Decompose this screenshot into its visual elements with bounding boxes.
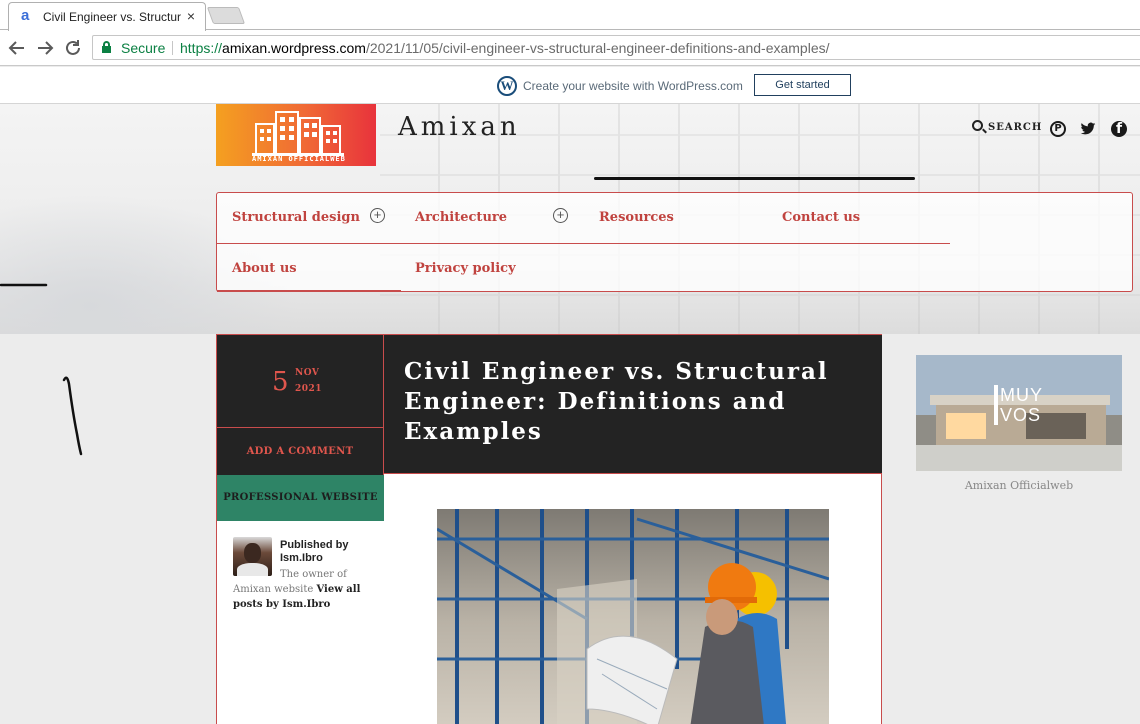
post-title: Civil Engineer vs. Structural Engineer: … <box>404 358 829 445</box>
featured-image[interactable] <box>437 509 829 724</box>
wordpress-banner-text[interactable]: Create your website with WordPress.com <box>523 79 743 93</box>
wordpress-banner: W Create your website with WordPress.com… <box>0 67 1140 104</box>
reload-icon[interactable] <box>62 37 84 59</box>
address-bar[interactable]: Secure https://amixan.wordpress.com/2021… <box>92 35 1140 60</box>
sidebar-image-text: MUY VOS <box>1000 385 1043 425</box>
search-icon <box>972 120 983 131</box>
forward-arrow-icon[interactable] <box>34 37 56 59</box>
author-bio: The owner of Amixan website View all pos… <box>233 567 383 612</box>
expand-plus-icon[interactable]: + <box>553 208 568 223</box>
menu-item-about-us[interactable]: About us <box>232 261 297 276</box>
menu-item-architecture[interactable]: Architecture <box>415 210 507 225</box>
wordpress-logo-icon[interactable]: W <box>497 76 517 96</box>
site-logo[interactable]: AMIXAN OFFICIALWEB <box>216 104 376 166</box>
post-day: 5 <box>272 367 289 397</box>
search-button[interactable]: SEARCH <box>972 120 1042 133</box>
sidebar-image[interactable]: MUY VOS <box>916 355 1122 471</box>
post-month: NOV <box>295 368 320 378</box>
facebook-icon[interactable]: f <box>1111 121 1127 137</box>
annotation-stroke <box>0 283 48 287</box>
published-by-label: Published by <box>280 539 349 551</box>
site-title[interactable]: Amixan <box>398 112 521 142</box>
sidebar-image-caption: Amixan Officialweb <box>964 479 1074 492</box>
tab-strip: a Civil Engineer vs. Structur × <box>0 0 1140 31</box>
browser-tab[interactable]: a Civil Engineer vs. Structur × <box>8 2 206 31</box>
post-article: 5 NOV 2021 ADD A COMMENT PROFESSIONAL WE… <box>216 334 882 724</box>
security-label: Secure <box>121 40 166 56</box>
site-favicon-icon: a <box>21 7 30 24</box>
url-host: amixan.wordpress.com <box>222 40 366 56</box>
expand-plus-icon[interactable]: + <box>370 208 385 223</box>
new-tab-button[interactable] <box>206 7 246 24</box>
menu-item-contact-us[interactable]: Contact us <box>782 210 860 225</box>
get-started-button[interactable]: Get started <box>754 74 851 96</box>
add-comment-link[interactable]: ADD A COMMENT <box>217 427 384 475</box>
post-date: 5 NOV 2021 <box>217 335 384 427</box>
menu-active-underline <box>217 290 401 292</box>
menu-item-structural-design[interactable]: Structural design <box>232 210 360 225</box>
menu-item-resources[interactable]: Resources <box>599 210 674 225</box>
primary-menu: Structural design + Architecture + Resou… <box>216 192 1133 292</box>
logo-text: AMIXAN OFFICIALWEB <box>252 155 346 163</box>
divider <box>172 41 173 55</box>
url-text[interactable]: https://amixan.wordpress.com/2021/11/05/… <box>180 40 830 56</box>
back-arrow-icon[interactable] <box>6 37 28 59</box>
menu-item-privacy-policy[interactable]: Privacy policy <box>415 261 516 276</box>
post-year: 2021 <box>295 384 323 394</box>
search-label: SEARCH <box>988 122 1043 133</box>
close-tab-icon[interactable]: × <box>187 8 195 24</box>
tab-title: Civil Engineer vs. Structur <box>43 10 182 24</box>
lock-icon <box>102 41 111 53</box>
twitter-icon[interactable] <box>1080 121 1096 137</box>
author-name[interactable]: Ism.Ibro <box>280 552 323 564</box>
pinterest-icon[interactable]: P <box>1050 121 1066 137</box>
url-path: /2021/11/05/civil-engineer-vs-structural… <box>365 40 830 56</box>
post-category-link[interactable]: PROFESSIONAL WEBSITE <box>217 475 384 521</box>
browser-toolbar: Secure https://amixan.wordpress.com/2021… <box>0 30 1140 66</box>
post-title-block: Civil Engineer vs. Structural Engineer: … <box>384 335 882 474</box>
url-scheme: https:// <box>180 40 223 56</box>
annotation-stroke <box>62 376 83 456</box>
header-decorative-bar <box>594 177 915 180</box>
